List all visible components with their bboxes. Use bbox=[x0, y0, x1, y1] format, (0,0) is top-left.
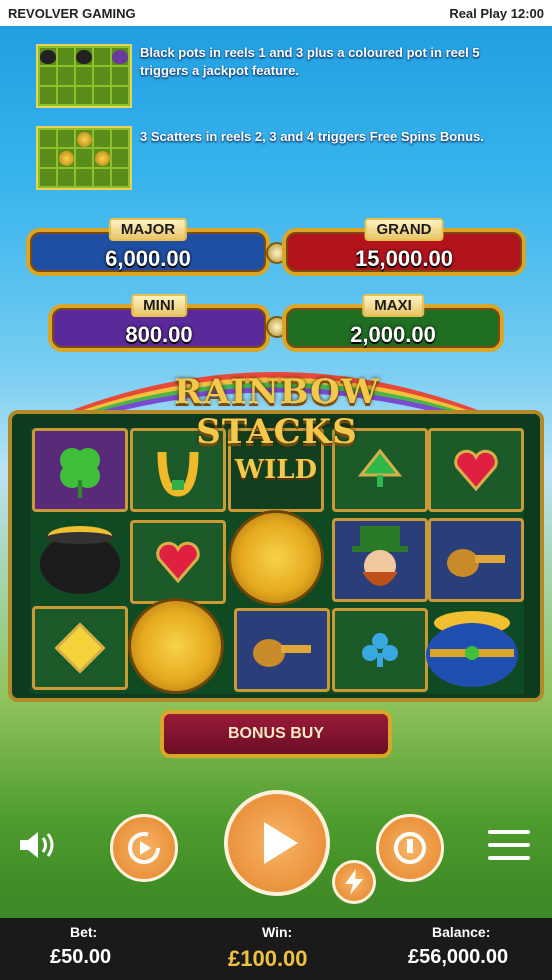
celtic-coin-symbol bbox=[228, 510, 324, 606]
play-icon bbox=[264, 822, 298, 864]
rule-line: Black pots in reels 1 and 3 plus a colou… bbox=[140, 45, 480, 60]
spin-button[interactable] bbox=[224, 790, 330, 896]
wild-label: WILD bbox=[234, 455, 318, 485]
hamburger-icon[interactable] bbox=[488, 828, 530, 862]
black-pot-symbol bbox=[30, 514, 130, 598]
yellow-diamond-symbol bbox=[32, 606, 128, 690]
jackpot-major-value: 6,000.00 bbox=[105, 246, 191, 271]
autoplay-icon bbox=[128, 832, 160, 864]
jackpot-mini-label: MINI bbox=[131, 294, 187, 317]
leprechaun-symbol bbox=[332, 518, 428, 602]
bet-value: £50.00 bbox=[50, 946, 112, 968]
jackpot-maxi-label: MAXI bbox=[362, 294, 424, 317]
footer-bar: Bet: £50.00 Win: £100.00 Balance: £56,00… bbox=[0, 918, 552, 980]
win-value: £100.00 bbox=[228, 946, 308, 971]
game-logo: RAINBOW STACKS bbox=[174, 372, 380, 452]
jackpot-rule-diagram bbox=[36, 44, 132, 108]
rule-line: 3 Scatters in reels 2, 3 and 4 triggers … bbox=[140, 129, 484, 144]
clover-symbol bbox=[32, 428, 128, 512]
lightning-icon bbox=[345, 869, 363, 895]
mode-and-clock: Real Play 12:00 bbox=[449, 5, 544, 21]
coin-stack-icon bbox=[394, 832, 426, 864]
rule-line: triggers a jackpot feature. bbox=[140, 63, 299, 78]
heart-gem-symbol bbox=[428, 428, 524, 512]
scatter-rule-diagram bbox=[36, 126, 132, 190]
jackpot-major: MAJOR 6,000.00 bbox=[26, 218, 270, 276]
jackpot-maxi-value: 2,000.00 bbox=[350, 322, 436, 347]
jackpot-mini-value: 800.00 bbox=[125, 322, 193, 347]
win-label: Win: bbox=[262, 924, 293, 940]
heart-gem-symbol bbox=[130, 520, 226, 604]
celtic-coin-symbol bbox=[128, 598, 224, 694]
pipe-symbol bbox=[234, 608, 330, 692]
balance-value: £56,000.00 bbox=[408, 946, 509, 968]
turbo-button[interactable] bbox=[332, 860, 376, 904]
club-gem-symbol bbox=[332, 608, 428, 692]
jackpot-rule-text: Black pots in reels 1 and 3 plus a colou… bbox=[140, 44, 480, 80]
jackpot-grand-value: 15,000.00 bbox=[355, 246, 453, 271]
jackpot-maxi: MAXI 2,000.00 bbox=[282, 294, 504, 352]
jackpot-major-label: MAJOR bbox=[108, 218, 188, 241]
jackpot-grand: GRAND 15,000.00 bbox=[282, 218, 526, 276]
bonus-buy-button[interactable]: BONUS BUY bbox=[160, 710, 392, 758]
speaker-icon[interactable] bbox=[18, 828, 58, 862]
scatter-rule-text: 3 Scatters in reels 2, 3 and 4 triggers … bbox=[140, 128, 484, 146]
blue-pot-symbol bbox=[420, 604, 524, 692]
reel-grid: WILD bbox=[30, 428, 524, 694]
operator-name: REVOLVER GAMING bbox=[8, 5, 136, 21]
bonus-buy-label: BONUS BUY bbox=[227, 725, 324, 742]
pipe-symbol bbox=[428, 518, 524, 602]
jackpot-grand-label: GRAND bbox=[364, 218, 444, 241]
bet-label: Bet: bbox=[70, 924, 98, 940]
bet-settings-button[interactable] bbox=[376, 814, 444, 882]
balance-label: Balance: bbox=[432, 924, 491, 940]
autoplay-button[interactable] bbox=[110, 814, 178, 882]
status-bar: REVOLVER GAMING Real Play 12:00 bbox=[0, 0, 552, 26]
jackpot-mini: MINI 800.00 bbox=[48, 294, 270, 352]
